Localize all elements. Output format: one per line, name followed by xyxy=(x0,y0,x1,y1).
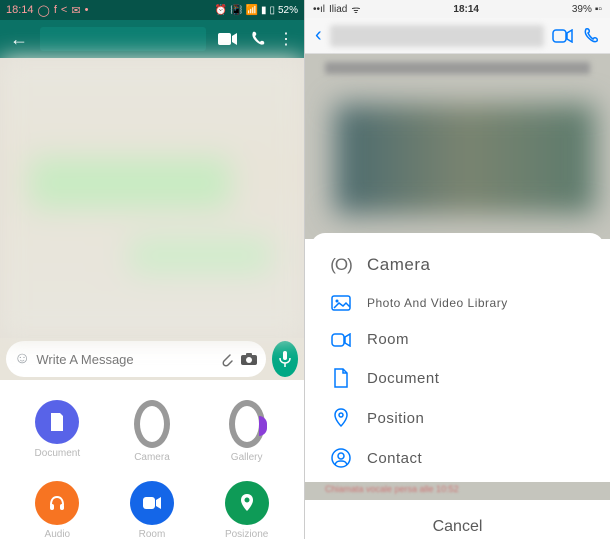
status-time: 18:14 xyxy=(453,4,479,15)
voice-call-icon[interactable] xyxy=(250,31,266,47)
battery-icon: ▪▫ xyxy=(595,4,602,15)
android-chat-header: ← ⋮ xyxy=(0,20,304,58)
location-pin-icon xyxy=(240,493,254,513)
wifi-icon: ᯤ xyxy=(351,2,360,16)
camera-placeholder-icon xyxy=(134,400,170,448)
chat-area xyxy=(0,58,304,338)
attach-camera[interactable]: Camera xyxy=(117,400,187,463)
video-call-icon[interactable] xyxy=(552,29,574,43)
hidden-text-blurred: Chiamata vocale persa alle 10:52 xyxy=(325,484,590,494)
vibrate-icon: 📳 xyxy=(230,5,242,16)
document-icon xyxy=(329,368,353,388)
sheet-room[interactable]: Room xyxy=(311,321,604,358)
message-input-bar: ☺ xyxy=(0,338,304,380)
cancel-button[interactable]: Cancel xyxy=(313,506,602,539)
sheet-position[interactable]: Position xyxy=(311,398,604,438)
message-input[interactable] xyxy=(36,352,212,367)
mic-button[interactable] xyxy=(272,341,298,377)
ios-chat-header: ‹ xyxy=(305,18,610,54)
alarm-icon: ⏰ xyxy=(215,5,227,16)
sheet-contact[interactable]: Contact xyxy=(311,438,604,478)
contact-name-blurred[interactable] xyxy=(40,27,206,51)
back-arrow-icon[interactable]: ← xyxy=(10,29,28,50)
chat-area xyxy=(305,54,610,239)
facebook-icon: f xyxy=(54,4,57,16)
photo-icon xyxy=(329,295,353,311)
attach-gallery[interactable]: Gallery xyxy=(212,400,282,463)
more-menu-icon[interactable]: ⋮ xyxy=(278,29,294,49)
voice-call-icon[interactable] xyxy=(582,27,600,45)
ios-screenshot: ••ıl Iliad ᯤ 18:14 39% ▪▫ ‹ (O) Camera xyxy=(305,0,610,539)
attachment-panel: Document Camera Gallery Audio xyxy=(0,380,304,539)
vodafone-icon: ◯ xyxy=(38,4,50,17)
dot-icon: • xyxy=(85,4,89,16)
battery-percent: 52% xyxy=(278,5,298,16)
attach-location[interactable]: Posizione xyxy=(212,481,282,539)
attach-audio[interactable]: Audio xyxy=(22,481,92,539)
mail-icon: ✉ xyxy=(71,4,80,17)
contact-name-blurred[interactable] xyxy=(330,25,544,47)
ios-status-bar: ••ıl Iliad ᯤ 18:14 39% ▪▫ xyxy=(305,0,610,18)
signal-bars-icon: ••ıl xyxy=(313,4,325,15)
chat-media-blurred xyxy=(335,104,595,214)
document-icon xyxy=(48,412,66,432)
headphones-icon xyxy=(47,493,67,513)
wifi-icon: 📶 xyxy=(246,5,258,16)
carrier-name: Iliad xyxy=(329,4,347,15)
chat-text-blurred xyxy=(325,62,590,74)
android-status-bar: 18:14 ◯ f < ✉ • ⏰ 📳 📶 ▮ ▯ 52% xyxy=(0,0,304,20)
android-screenshot: 18:14 ◯ f < ✉ • ⏰ 📳 📶 ▮ ▯ 52% ← ⋮ ☺ xyxy=(0,0,305,539)
room-icon xyxy=(142,496,162,510)
video-call-icon[interactable] xyxy=(218,32,238,46)
signal-icon: ▮ xyxy=(261,5,267,16)
room-icon xyxy=(329,333,353,347)
sheet-document[interactable]: Document xyxy=(311,358,604,398)
attachment-action-sheet: (O) Camera Photo And Video Library Room … xyxy=(311,233,604,482)
contact-icon xyxy=(329,448,353,468)
camera-icon[interactable] xyxy=(240,352,258,366)
emoji-icon[interactable]: ☺ xyxy=(14,350,30,368)
message-input-pill: ☺ xyxy=(6,341,266,377)
back-chevron-icon[interactable]: ‹ xyxy=(315,24,322,47)
battery-icon: ▯ xyxy=(269,5,275,16)
camera-icon: (O) xyxy=(329,255,353,275)
battery-percent: 39% xyxy=(572,4,592,15)
attachment-icon[interactable] xyxy=(218,351,234,367)
attach-room[interactable]: Room xyxy=(117,481,187,539)
sheet-camera[interactable]: (O) Camera xyxy=(311,245,604,285)
sheet-photo-library[interactable]: Photo And Video Library xyxy=(311,285,604,321)
location-pin-icon xyxy=(329,408,353,428)
attach-document[interactable]: Document xyxy=(22,400,92,463)
share-icon: < xyxy=(61,4,67,16)
status-time: 18:14 xyxy=(6,4,34,16)
chat-messages-blurred xyxy=(0,58,304,338)
gallery-placeholder-icon xyxy=(229,400,265,448)
